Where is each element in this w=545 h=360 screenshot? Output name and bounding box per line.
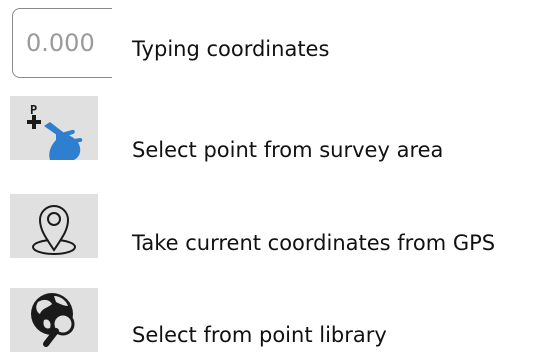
hand-point-plus-icon[interactable]: P	[10, 96, 98, 160]
option-point-library-label: Select from point library	[132, 323, 387, 347]
option-gps-coordinates-label: Take current coordinates from GPS	[132, 231, 496, 255]
option-typing-coordinates[interactable]: 0.000 Typing coordinates	[0, 0, 545, 88]
coordinate-input-value: 0.000	[26, 29, 95, 57]
point-letter: P	[30, 103, 37, 117]
globe-magnifier-icon[interactable]	[10, 288, 98, 352]
option-gps-coordinates[interactable]: Take current coordinates from GPS	[0, 186, 545, 272]
option-select-point-survey-label: Select point from survey area	[132, 138, 444, 162]
coordinate-input-icon[interactable]: 0.000	[12, 8, 112, 78]
option-typing-coordinates-label: Typing coordinates	[132, 37, 330, 61]
location-pin-icon[interactable]	[10, 194, 98, 258]
option-select-point-survey[interactable]: P Select point from survey area	[0, 90, 545, 176]
option-point-library[interactable]: Select from point library	[0, 282, 545, 360]
